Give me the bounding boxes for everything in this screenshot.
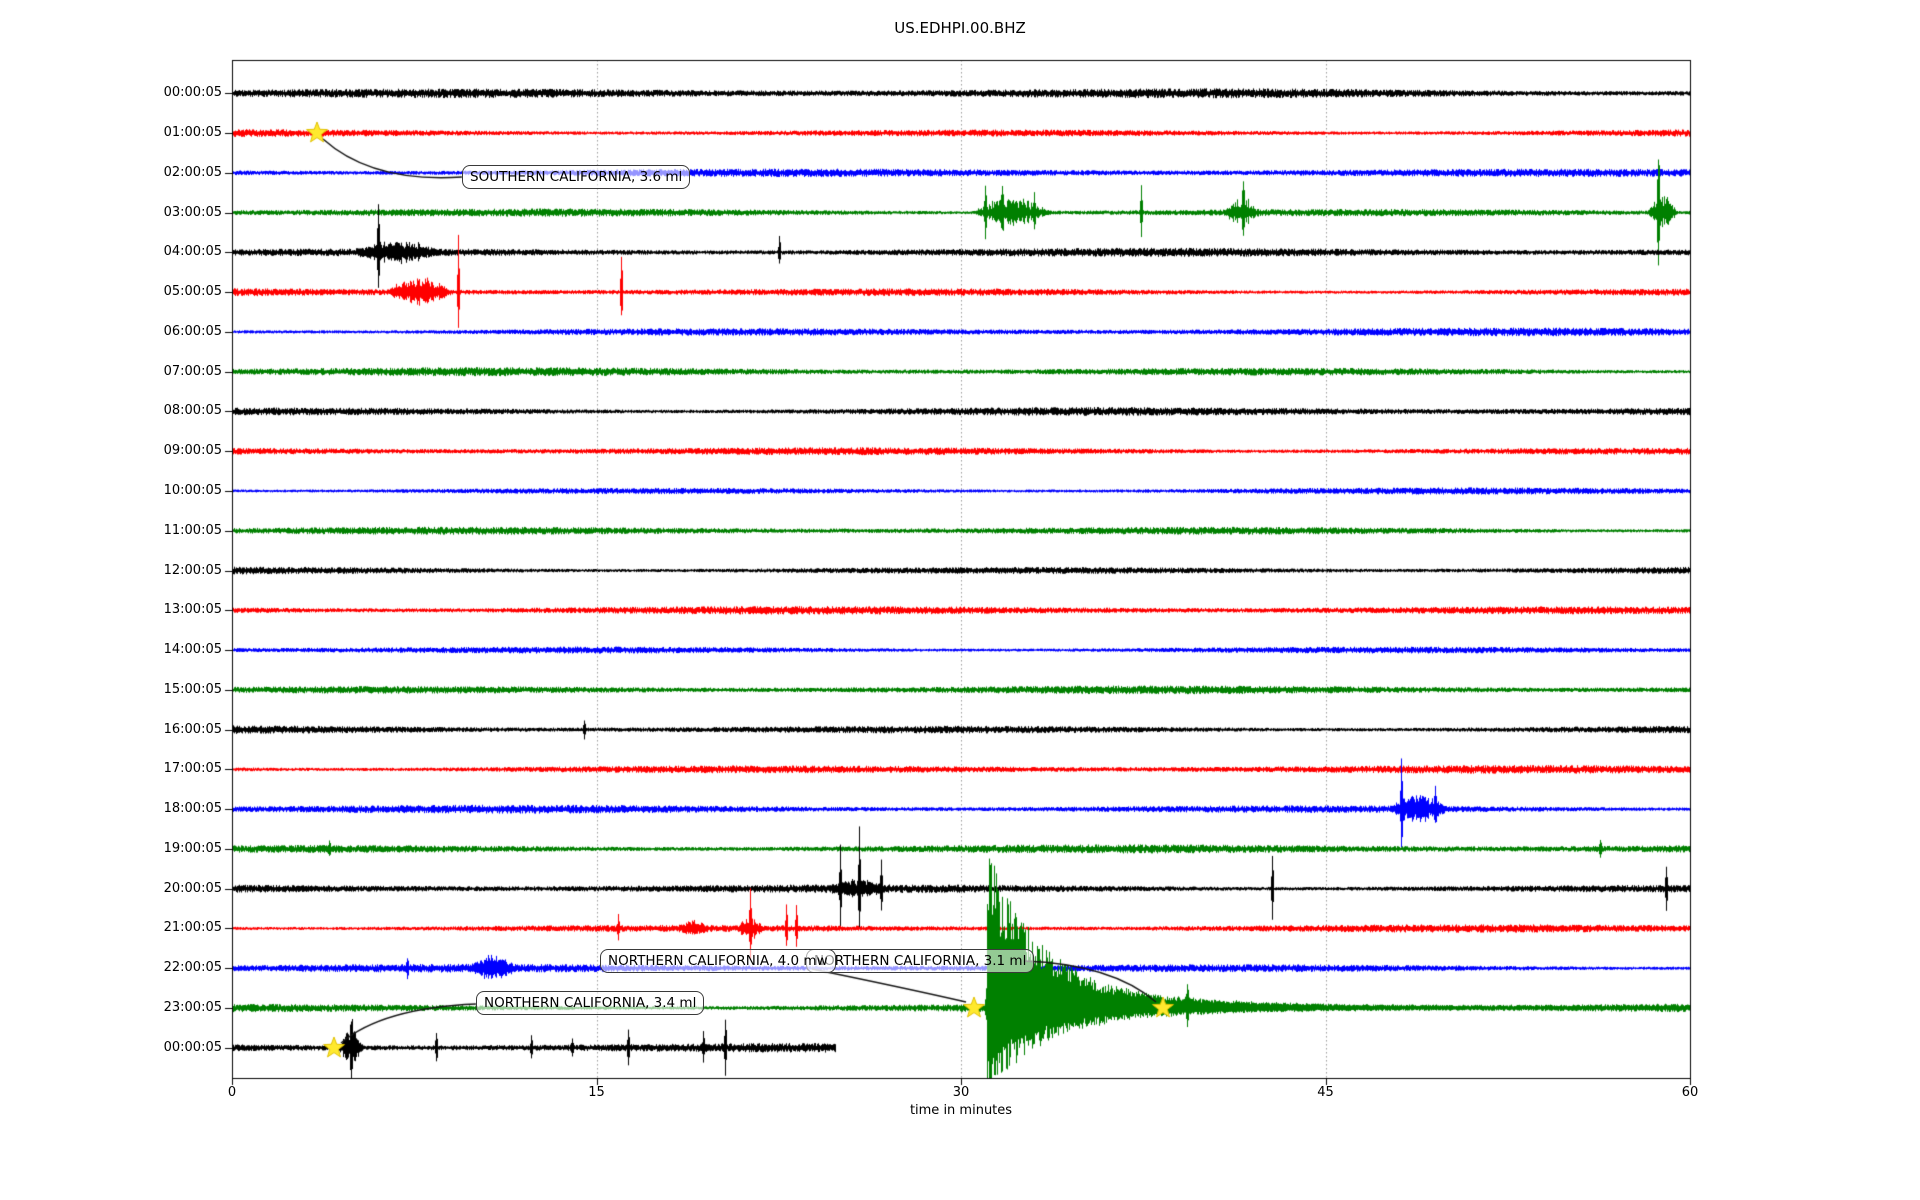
y-tick-label: 08:00:05: [163, 403, 222, 419]
y-tick-label: 12:00:05: [163, 562, 222, 578]
y-tick-label: 19:00:05: [163, 840, 222, 856]
y-tick-label: 10:00:05: [163, 483, 222, 498]
event-annotation-northern-california-3-1: NORTHERN CALIFORNIA, 3.1 ml: [806, 949, 1035, 973]
y-tick-label: 03:00:05: [163, 204, 222, 220]
chart-title: US.EDHPI.00.BHZ: [894, 19, 1026, 37]
x-tick-label: 0: [227, 1085, 237, 1100]
x-tick-label: 15: [588, 1085, 605, 1100]
y-tick-label: 00:00:05: [163, 85, 222, 101]
y-tick-label: 00:00:05: [163, 1039, 222, 1055]
y-tick-label: 18:00:05: [163, 801, 222, 817]
event-annotation-northern-california-3-4: NORTHERN CALIFORNIA, 3.4 ml: [476, 991, 705, 1015]
x-tick-label: 30: [952, 1085, 970, 1100]
y-tick-label: 05:00:05: [163, 284, 222, 300]
y-tick-label: 22:00:05: [163, 960, 222, 976]
y-tick-label: 01:00:05: [163, 125, 222, 141]
y-tick-label: 14:00:05: [163, 642, 222, 658]
y-tick-label: 02:00:05: [163, 164, 222, 180]
x-axis-title: time in minutes: [909, 1103, 1013, 1118]
y-tick-label: 17:00:05: [163, 761, 222, 777]
y-tick-label: 09:00:05: [163, 443, 222, 459]
y-tick-label: 20:00:05: [163, 880, 222, 896]
event-annotation-southern-california-3-6: SOUTHERN CALIFORNIA, 3.6 ml: [462, 165, 691, 189]
waveform-canvas: [0, 0, 1920, 1200]
x-tick-label: 60: [1681, 1085, 1699, 1100]
y-tick-label: 16:00:05: [163, 721, 222, 737]
y-tick-label: 15:00:05: [163, 681, 222, 697]
y-tick-label: 06:00:05: [163, 323, 222, 339]
y-tick-label: 21:00:05: [163, 920, 222, 936]
y-tick-label: 11:00:05: [163, 522, 222, 538]
seismogram-figure: US.EDHPI.00.BHZ time in minutes SOUTHERN…: [0, 0, 1920, 1200]
y-tick-label: 23:00:05: [163, 1000, 222, 1015]
x-tick-label: 45: [1317, 1085, 1334, 1100]
y-tick-label: 13:00:05: [163, 602, 222, 618]
y-tick-label: 07:00:05: [163, 363, 222, 379]
y-tick-label: 04:00:05: [163, 244, 222, 260]
event-annotation-northern-california-4-0: NORTHERN CALIFORNIA, 4.0 mw: [600, 949, 836, 973]
